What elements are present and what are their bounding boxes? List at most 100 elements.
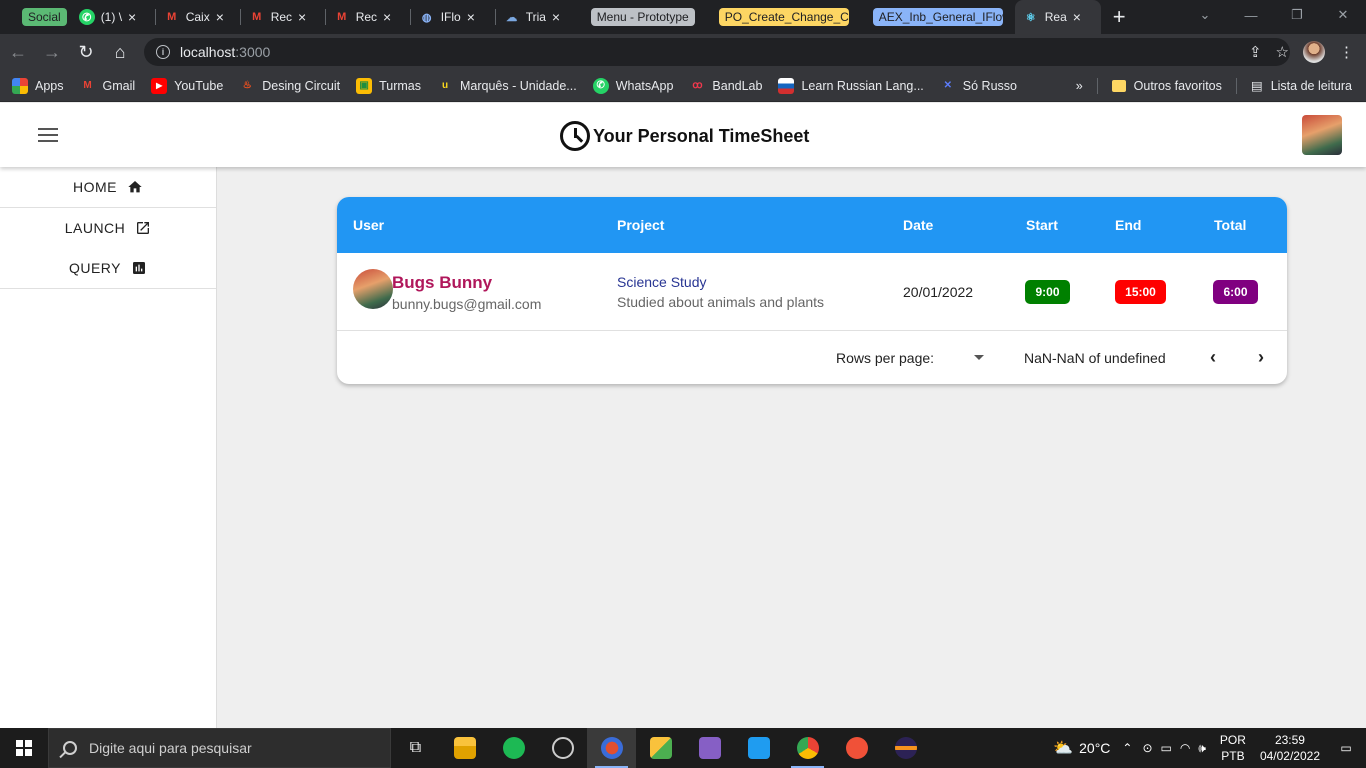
bookmark-marques[interactable]: u Marquês - Unidade... (437, 78, 577, 94)
tab-whatsapp[interactable]: ✆ (1) \ × (71, 0, 156, 34)
flame-icon: ♨ (242, 80, 252, 91)
bookmark-other-favorites[interactable]: Outros favoritos (1111, 78, 1222, 93)
clock[interactable]: 23:59 04/02/2022 (1260, 732, 1320, 764)
battery-icon[interactable]: ▭ (1161, 741, 1172, 755)
profile-avatar[interactable] (1303, 41, 1325, 63)
tab-react-app[interactable]: ⚛ Rea × (1014, 0, 1101, 34)
column-header-project[interactable]: Project (617, 217, 664, 233)
spotify-icon[interactable] (489, 728, 538, 768)
bookmark-apps[interactable]: Apps (12, 77, 64, 94)
bookmark-gmail[interactable]: M Gmail (80, 78, 135, 94)
previous-page-icon[interactable]: ‹ (1201, 345, 1225, 369)
bookmark-label: BandLab (712, 78, 763, 93)
tab-label: IFlo (440, 10, 461, 24)
rows-per-page-dropdown-icon[interactable] (974, 355, 984, 360)
chrome-icon[interactable] (783, 728, 832, 768)
wifi-icon[interactable]: ◠ (1180, 741, 1190, 755)
close-icon[interactable]: × (467, 9, 475, 25)
home-browser-icon[interactable]: ⌂ (104, 36, 136, 68)
tab-group-menu-prototype[interactable]: Menu - Prototype (590, 8, 695, 26)
postman-icon[interactable] (587, 728, 636, 768)
tab-group-social[interactable]: Social (22, 8, 67, 26)
address-bar[interactable]: i localhost:3000 (144, 38, 1290, 66)
column-header-date[interactable]: Date (903, 217, 933, 233)
close-icon[interactable]: × (216, 9, 224, 25)
vscode-icon[interactable] (734, 728, 783, 768)
end-time-chip: 15:00 (1115, 280, 1166, 304)
nav-item-query[interactable]: QUERY (0, 248, 216, 288)
tab-group-po-create[interactable]: PO_Create_Change_Ca (718, 8, 849, 26)
obs-icon[interactable] (538, 728, 587, 768)
sap-icon[interactable] (636, 728, 685, 768)
user-name: Bugs Bunny (392, 273, 493, 292)
notification-icon[interactable]: ▭ (1326, 728, 1366, 768)
close-icon[interactable]: × (552, 9, 560, 25)
reload-icon[interactable]: ↻ (70, 36, 102, 68)
temperature[interactable]: 20°C (1079, 740, 1110, 756)
share-icon[interactable]: ⇪ (1249, 43, 1262, 61)
eclipse-icon[interactable] (881, 728, 930, 768)
restore-icon[interactable]: ❐ (1274, 0, 1320, 30)
bookmark-so-russo[interactable]: ✕ Só Russo (940, 78, 1017, 94)
site-info-icon[interactable]: i (156, 45, 170, 59)
bookmark-turmas[interactable]: ▣ Turmas (356, 77, 421, 94)
nav-item-home[interactable]: HOME (0, 167, 216, 207)
start-button[interactable] (0, 728, 48, 768)
input-language[interactable]: POR PTB (1220, 732, 1246, 764)
tab-trial[interactable]: ☁ Tria × (496, 0, 581, 34)
close-icon[interactable]: × (383, 9, 391, 25)
bookmark-learn-russian[interactable]: Learn Russian Lang... (778, 77, 924, 94)
table-row[interactable]: Bugs Bunny bunny.bugs@gmail.com Science … (337, 253, 1287, 331)
bookmark-youtube[interactable]: ▶ YouTube (151, 77, 223, 94)
bookmark-divider (1096, 77, 1098, 94)
menu-dots-icon[interactable]: ⋮ (1339, 43, 1354, 61)
tab-gmail-rec-1[interactable]: M Rec × (241, 0, 326, 34)
column-header-end[interactable]: End (1115, 217, 1141, 233)
forward-icon[interactable]: → (36, 36, 68, 68)
meet-icon[interactable]: ⊙ (1142, 741, 1152, 755)
react-icon: ⚛ (1025, 11, 1036, 24)
bar-chart-icon (131, 260, 147, 276)
bookmark-whatsapp[interactable]: ✆ WhatsApp (592, 77, 673, 94)
bookmarks-more-button[interactable]: » (1076, 79, 1083, 93)
next-page-icon[interactable]: › (1249, 345, 1273, 369)
bookmark-label: Outros favoritos (1133, 78, 1222, 93)
close-icon[interactable]: × (128, 9, 136, 25)
column-header-start[interactable]: Start (1026, 217, 1058, 233)
show-hidden-icons-icon[interactable]: ⌃ (1122, 741, 1132, 755)
column-header-user[interactable]: User (353, 217, 384, 233)
column-header-total[interactable]: Total (1214, 217, 1246, 233)
taskbar-search[interactable]: Digite aqui para pesquisar (48, 728, 391, 768)
user-avatar[interactable] (1302, 115, 1342, 155)
back-icon[interactable]: ← (2, 36, 34, 68)
bookmark-bandlab[interactable]: ꝏ BandLab (689, 78, 762, 94)
bookmark-desing-circuit[interactable]: ♨ Desing Circuit (239, 78, 340, 94)
file-explorer-icon[interactable] (440, 728, 489, 768)
window-close-icon[interactable]: ✕ (1320, 0, 1366, 30)
volume-icon[interactable]: 🕪 (1198, 741, 1206, 756)
window-controls: ⌄ — ❐ ✕ (1182, 0, 1366, 30)
bookmark-label: Desing Circuit (262, 78, 341, 93)
nav-item-launch[interactable]: LAUNCH (0, 208, 216, 248)
bookmark-reading-list[interactable]: ▤ Lista de leitura (1251, 78, 1352, 94)
swift-icon[interactable] (832, 728, 881, 768)
tab-gmail-caixa[interactable]: M Caix × (156, 0, 241, 34)
task-view-icon[interactable]: ⧉ (391, 728, 440, 768)
minimize-icon[interactable]: — (1228, 0, 1274, 30)
visual-studio-icon[interactable] (685, 728, 734, 768)
youtube-icon: ▶ (151, 77, 168, 94)
bookmark-star-icon[interactable]: ☆ (1276, 43, 1289, 61)
tab-iflow[interactable]: ◍ IFlo × (411, 0, 496, 34)
tab-search-icon[interactable]: ⌄ (1182, 0, 1228, 30)
tab-label: Rea (1044, 10, 1067, 24)
weather-icon[interactable]: ⛅ (1053, 738, 1073, 758)
tab-gmail-rec-2[interactable]: M Rec × (326, 0, 411, 34)
tab-label: (1) \ (100, 10, 123, 24)
tab-label: Rec (355, 10, 378, 24)
hamburger-menu-icon[interactable] (38, 128, 58, 142)
tab-group-aex-inb[interactable]: AEX_Inb_General_IFlow (872, 8, 1003, 26)
nav-divider (0, 288, 216, 289)
close-icon[interactable]: × (1073, 9, 1081, 25)
new-tab-button[interactable]: + (1113, 4, 1126, 30)
close-icon[interactable]: × (298, 9, 306, 25)
